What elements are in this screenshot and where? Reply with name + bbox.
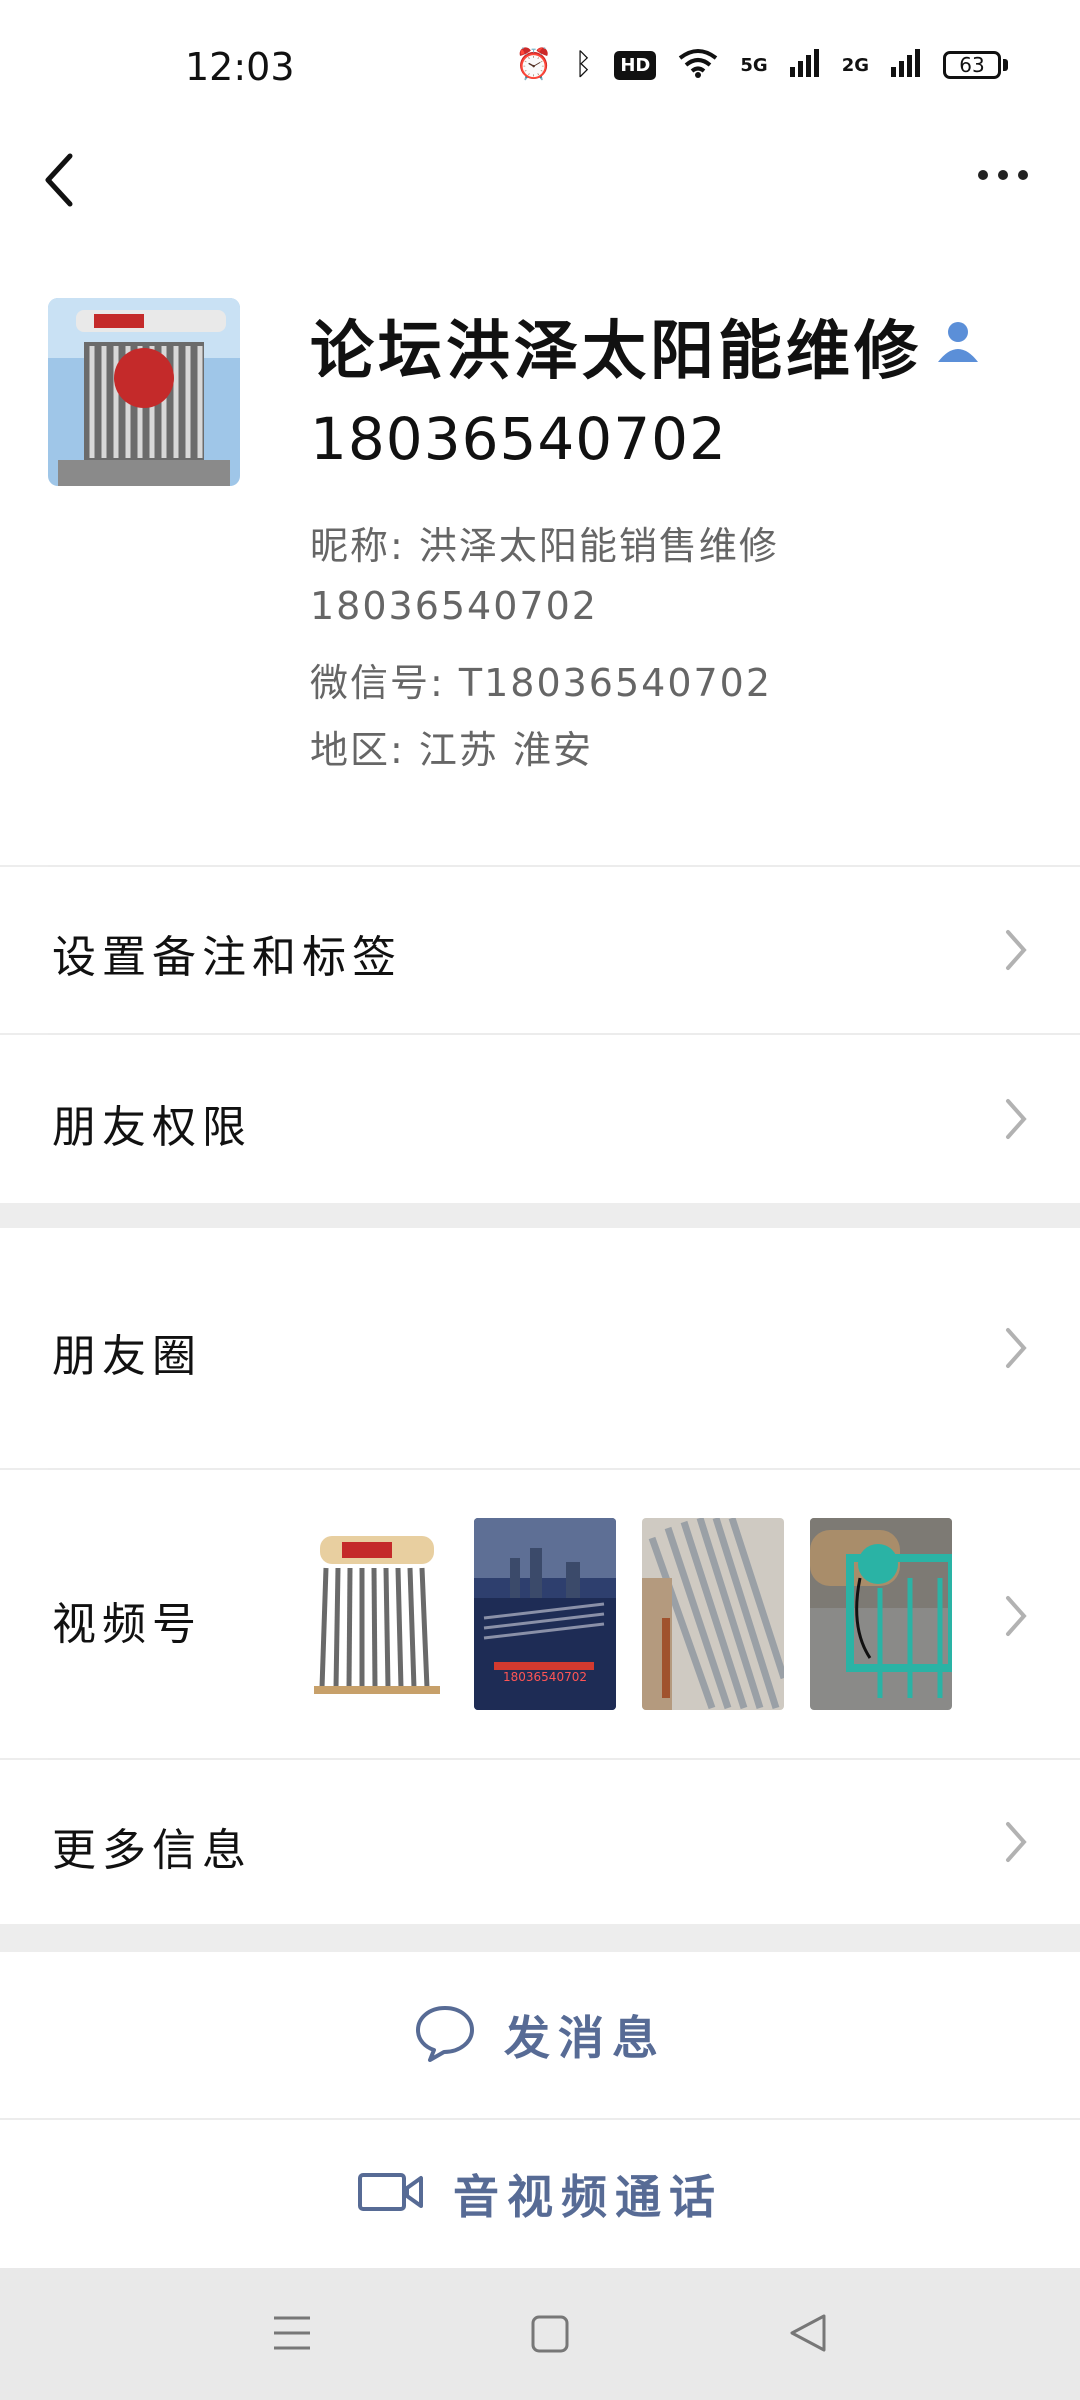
channel-thumbnail-1[interactable]	[306, 1518, 448, 1710]
status-icons: ⏰ ᛒ HD 5G 2G 63	[515, 48, 1008, 82]
row-label-more-info: 更多信息	[52, 1825, 252, 1876]
network-2g: 2G	[841, 54, 869, 76]
row-label-channels: 视频号	[52, 1599, 202, 1650]
more-dots-icon[interactable]	[978, 170, 1028, 180]
contact-phone: 18036540702	[310, 405, 727, 473]
back-triangle-icon[interactable]	[788, 2312, 828, 2358]
contact-name: 论坛洪泽太阳能维修	[310, 315, 922, 389]
video-call-button[interactable]: 音视频通话	[0, 2120, 1080, 2268]
row-label-moments: 朋友圈	[52, 1331, 202, 1382]
row-more-info[interactable]: 更多信息	[0, 1760, 1080, 1924]
nickname-continued: 18036540702	[310, 584, 598, 628]
channel-thumbnail-4[interactable]	[810, 1518, 952, 1710]
row-moments[interactable]: 朋友圈	[0, 1228, 1080, 1468]
wifi-icon	[678, 48, 718, 82]
video-camera-icon	[357, 2170, 425, 2218]
network-5g: 5G	[740, 54, 768, 76]
video-call-label: 音视频通话	[453, 2170, 723, 2224]
bluetooth-icon: ᛒ	[574, 47, 593, 82]
row-label-permissions: 朋友权限	[52, 1102, 252, 1153]
status-time: 12:03	[185, 45, 295, 89]
chevron-right-icon	[1004, 1097, 1028, 1141]
row-friend-permissions[interactable]: 朋友权限	[0, 1035, 1080, 1203]
chevron-right-icon	[1004, 1820, 1028, 1864]
thumbnail-caption: 18036540702	[503, 1670, 587, 1684]
nickname: 昵称: 洪泽太阳能销售维修	[310, 524, 779, 568]
chevron-right-icon	[1004, 1326, 1028, 1370]
channel-thumbnail-3[interactable]	[642, 1518, 784, 1710]
back-arrow-icon[interactable]	[40, 150, 80, 210]
send-message-label: 发消息	[504, 2011, 666, 2065]
nav-bar	[0, 140, 1080, 270]
chat-bubble-icon	[414, 2004, 476, 2066]
channel-thumbnail-2[interactable]: 18036540702	[474, 1518, 616, 1710]
wechat-id: 微信号: T18036540702	[310, 661, 773, 705]
signal-icon	[789, 49, 820, 81]
home-square-icon[interactable]	[530, 2314, 570, 2358]
battery-level: 63	[943, 51, 1001, 79]
contact-person-icon	[934, 316, 982, 364]
alarm-icon: ⏰	[515, 47, 553, 82]
avatar[interactable]	[48, 298, 240, 486]
hd-icon: HD	[614, 50, 657, 80]
chevron-right-icon	[1004, 1594, 1028, 1638]
signal-icon-2	[891, 49, 921, 81]
region: 地区: 江苏 淮安	[310, 728, 593, 772]
row-label-remark: 设置备注和标签	[52, 932, 402, 983]
chevron-right-icon	[1004, 928, 1028, 972]
row-remark-tags[interactable]: 设置备注和标签	[0, 867, 1080, 1033]
menu-icon[interactable]	[272, 2314, 312, 2356]
battery-icon: 63	[943, 51, 1008, 79]
send-message-button[interactable]: 发消息	[0, 1952, 1080, 2118]
